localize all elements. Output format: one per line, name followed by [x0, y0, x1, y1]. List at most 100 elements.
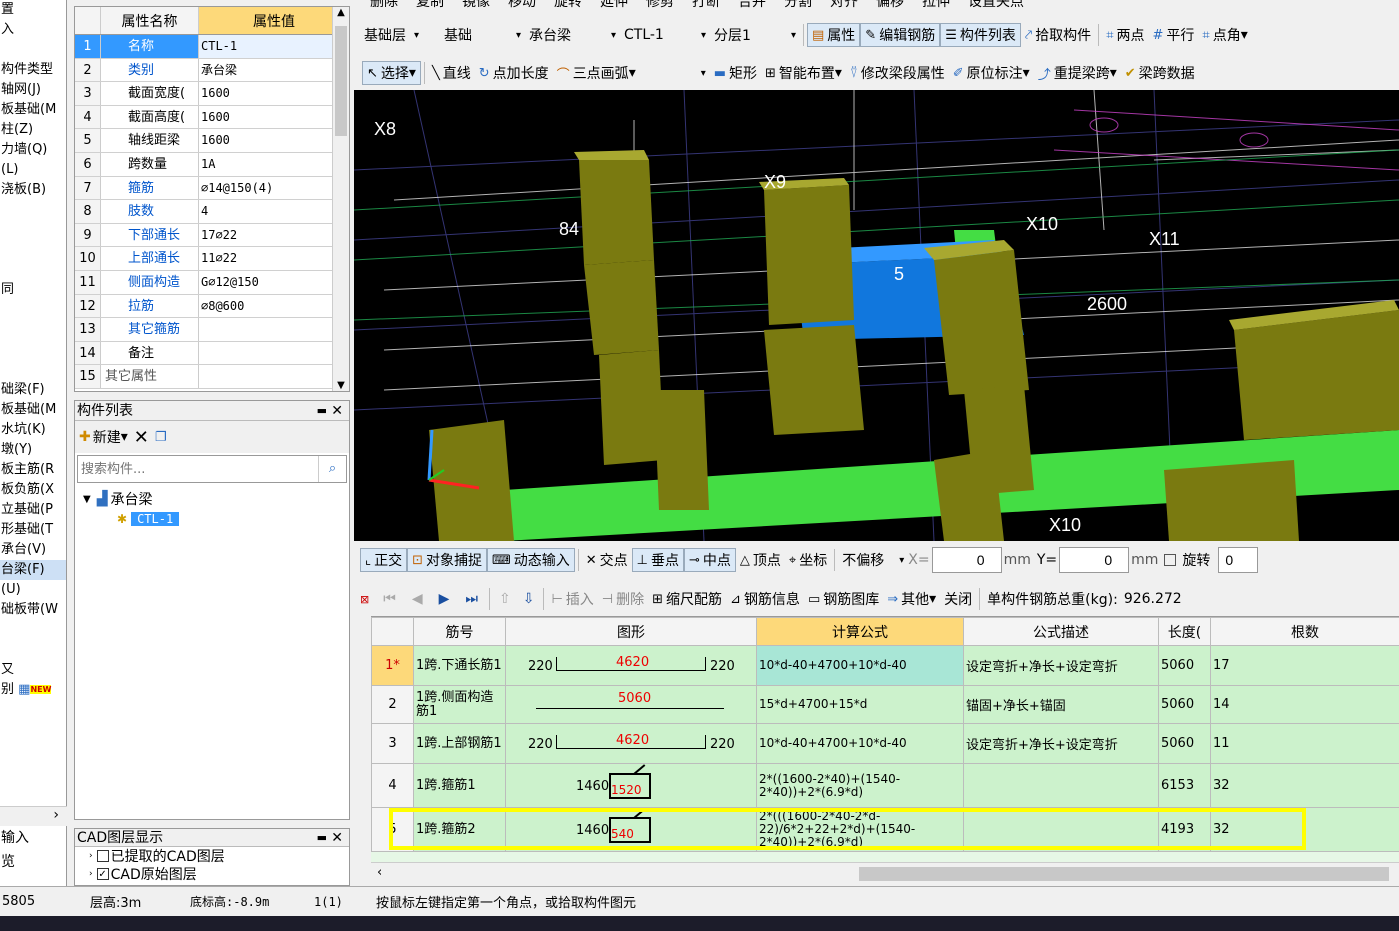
rebar-name[interactable]: 1跨.上部钢筋1: [413, 723, 506, 764]
left-nav-item[interactable]: 形基础(T: [0, 520, 66, 540]
left-nav-item[interactable]: 构件类型: [0, 60, 66, 80]
left-nav-item[interactable]: [0, 340, 66, 360]
x-coordinate-input[interactable]: [931, 547, 1002, 573]
property-value[interactable]: CTL-1: [199, 35, 349, 58]
parallel-button[interactable]: # 平行: [1149, 23, 1199, 47]
rebar-count[interactable]: 14: [1210, 685, 1399, 724]
line-button[interactable]: ╲ 直线: [428, 61, 475, 85]
top-tool-7[interactable]: 打断: [692, 0, 720, 10]
rebar-formula[interactable]: 2*((1600-2*40)+(1540-2*40))+2*(6.9*d): [756, 763, 964, 808]
rebar-description[interactable]: 设定弯折+净长+设定弯折: [963, 645, 1159, 686]
left-nav-item[interactable]: [0, 260, 66, 280]
last-icon[interactable]: ⏭: [465, 591, 478, 607]
original-mark-button[interactable]: ✐ 原位标注 ▾: [949, 61, 1034, 85]
left-nav-item[interactable]: 又: [0, 660, 66, 680]
top-tool-10[interactable]: 对齐: [830, 0, 858, 10]
sublayer-select[interactable]: 分层1 ▾: [710, 23, 800, 47]
property-row[interactable]: 11 侧面构造 G⌀12@150: [75, 270, 349, 295]
property-value[interactable]: 1600: [199, 82, 349, 105]
left-nav-item[interactable]: [0, 220, 66, 240]
move-up-icon[interactable]: ⇧: [499, 591, 511, 607]
top-tool-13[interactable]: 设置夹点: [968, 0, 1024, 10]
property-button[interactable]: ▤ 属性: [807, 23, 861, 47]
left-nav-item[interactable]: 板基础(M: [0, 400, 66, 420]
rebar-figure[interactable]: 5060: [505, 685, 757, 724]
left-nav-item[interactable]: 水坑(K): [0, 420, 66, 440]
left-nav-item[interactable]: 柱(Z): [0, 120, 66, 140]
layer-icon[interactable]: ▦: [14, 682, 30, 697]
arc-button[interactable]: ⌒ 三点画弧 ▾: [553, 61, 640, 85]
left-nav-item[interactable]: 别 ▦NEW: [0, 680, 66, 700]
delete-icon[interactable]: ✕: [134, 427, 149, 448]
top-tool-3[interactable]: 移动: [508, 0, 536, 10]
left-nav-item[interactable]: 同: [0, 280, 66, 300]
rebar-length[interactable]: 4193: [1158, 807, 1211, 852]
left-nav-item[interactable]: (L): [0, 160, 66, 180]
left-nav-item[interactable]: 承台(V): [0, 540, 66, 560]
left-nav-item[interactable]: 墩(Y): [0, 440, 66, 460]
3d-viewport[interactable]: X8 X9 X10 X11 X10 2600 84 5: [354, 90, 1399, 541]
property-value[interactable]: [199, 365, 349, 388]
property-row[interactable]: 6 跨数量 1A: [75, 152, 349, 177]
prev-icon[interactable]: ◀: [412, 591, 423, 607]
copy-icon[interactable]: ❐: [155, 430, 167, 445]
left-nav-item[interactable]: [0, 240, 66, 260]
left-nav-item[interactable]: [0, 640, 66, 660]
intersect-button[interactable]: ✕ 交点: [582, 548, 632, 572]
collapse-icon[interactable]: ▼: [83, 494, 91, 505]
property-row[interactable]: 9 下部通长 17⌀22: [75, 223, 349, 248]
rebar-count[interactable]: 32: [1210, 763, 1399, 808]
property-row[interactable]: 4 截面高度( 1600: [75, 105, 349, 130]
property-value[interactable]: ⌀14@150(4): [199, 177, 349, 200]
property-row[interactable]: 7 箍筋 ⌀14@150(4): [75, 176, 349, 201]
checkbox-unchecked[interactable]: [96, 850, 109, 862]
left-nav-scrollbar[interactable]: ›: [0, 806, 67, 826]
property-value[interactable]: 1600: [199, 106, 349, 129]
top-tool-11[interactable]: 偏移: [876, 0, 904, 10]
left-nav-item[interactable]: 板负筋(X: [0, 480, 66, 500]
close-icon[interactable]: ✕: [331, 829, 343, 847]
perpendicular-button[interactable]: ⊥ 垂点: [631, 548, 684, 572]
tree-root-cap-beam[interactable]: ▼ ▟ 承台梁: [83, 489, 349, 509]
first-icon[interactable]: ⏮: [383, 591, 396, 607]
rotate-input[interactable]: [1218, 547, 1259, 573]
rebar-figure[interactable]: 220 4620 220: [505, 645, 757, 686]
left-nav-item[interactable]: 台梁(F): [0, 560, 66, 580]
rebar-length[interactable]: 5060: [1158, 685, 1211, 724]
property-row[interactable]: 1 名称 CTL-1: [75, 35, 349, 59]
rebar-description[interactable]: [963, 807, 1159, 852]
rebar-name[interactable]: 1跨.下通长筋1: [413, 645, 506, 686]
layer-select[interactable]: 基础层 ▾: [360, 23, 440, 47]
top-tool-4[interactable]: 旋转: [554, 0, 582, 10]
left-nav-item[interactable]: [0, 200, 66, 220]
draw-mode-select[interactable]: ▾: [640, 61, 710, 85]
left-nav-item[interactable]: 置: [0, 0, 66, 20]
search-icon[interactable]: ⌕: [318, 456, 346, 482]
rebar-figure[interactable]: 220 4620 220: [505, 723, 757, 764]
top-tool-9[interactable]: 分割: [784, 0, 812, 10]
left-nav-item[interactable]: (U): [0, 580, 66, 600]
rebar-info-button[interactable]: ⊿ 钢筋信息: [726, 587, 804, 611]
rebar-length[interactable]: 5060: [1158, 723, 1211, 764]
component-list-button[interactable]: ☰ 构件列表: [940, 23, 1021, 47]
property-value[interactable]: ⌀8@600: [199, 295, 349, 318]
select-button[interactable]: ↖ 选择 ▾: [362, 61, 421, 85]
table-hscroll[interactable]: ‹: [371, 862, 1399, 884]
rebar-formula[interactable]: 10*d-40+4700+10*d-40: [756, 645, 964, 686]
property-row[interactable]: 10 上部通长 11⌀22: [75, 247, 349, 271]
rebar-description[interactable]: [963, 763, 1159, 808]
property-scrollbar[interactable]: ▲ ▼: [332, 7, 349, 391]
tree-item-ctl1[interactable]: ✱ CTL-1: [117, 509, 349, 529]
property-row[interactable]: 12 拉筋 ⌀8@600: [75, 294, 349, 319]
rebar-description[interactable]: 锚固+净长+锚固: [963, 685, 1159, 724]
rebar-name[interactable]: 1跨.箍筋2: [413, 807, 506, 852]
vertex-button[interactable]: △ 顶点: [736, 548, 785, 572]
top-tool-8[interactable]: 合并: [738, 0, 766, 10]
ortho-button[interactable]: ⌞ 正交: [360, 548, 408, 572]
rebar-row[interactable]: 4 1跨.箍筋1 1460 1520 2*((1600-2*40)+(1540-…: [371, 763, 1399, 808]
re-span-button[interactable]: ⤴ 重提梁跨 ▾: [1034, 61, 1121, 85]
property-value[interactable]: 11⌀22: [199, 247, 349, 270]
y-coordinate-input[interactable]: [1059, 547, 1130, 573]
pin-icon[interactable]: ▬: [317, 829, 327, 847]
rebar-count[interactable]: 11: [1210, 723, 1399, 764]
